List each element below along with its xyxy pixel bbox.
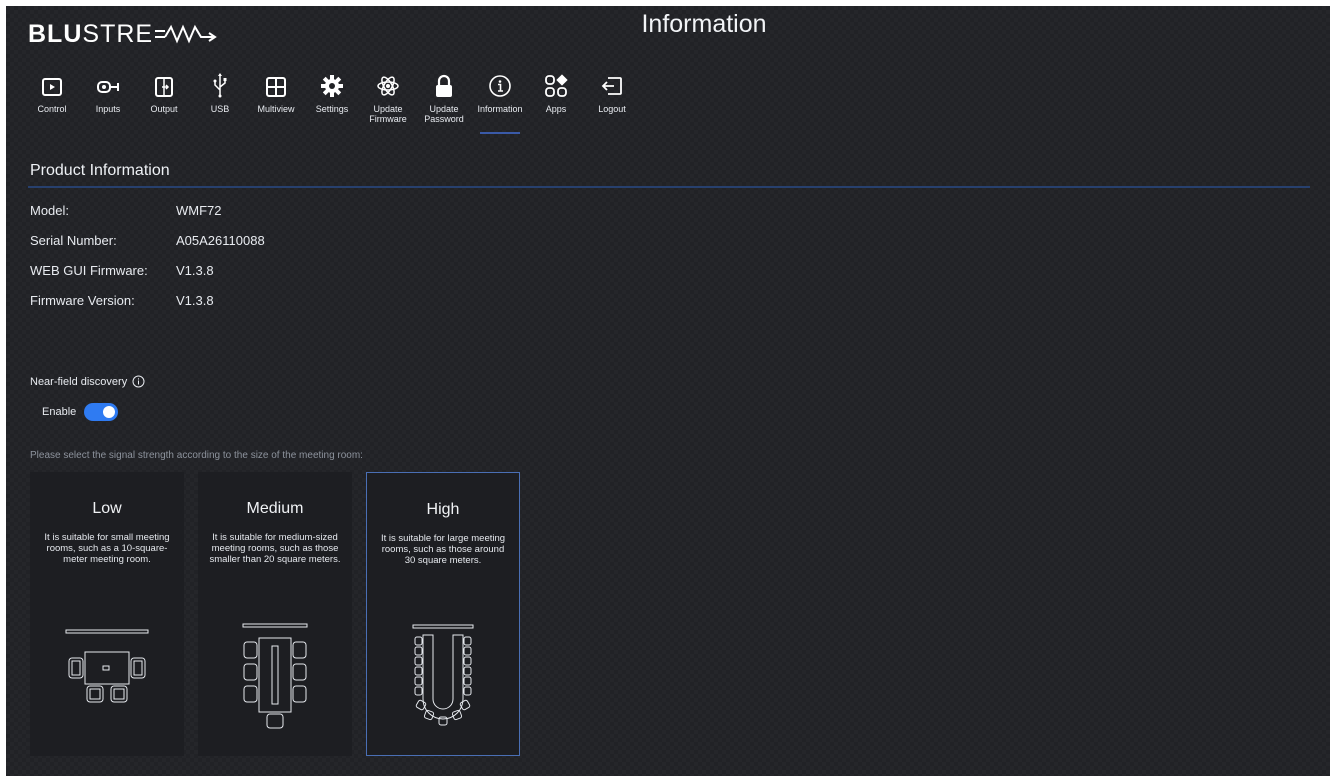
page-title: Information bbox=[641, 10, 767, 38]
nav-item-information[interactable]: Information bbox=[472, 68, 528, 136]
nav-item-logout[interactable]: Logout bbox=[584, 68, 640, 136]
info-icon bbox=[489, 75, 511, 97]
logout-icon bbox=[601, 77, 622, 95]
card-title: Low bbox=[92, 500, 122, 517]
nav-label: Information bbox=[477, 104, 523, 114]
medium-room-icon bbox=[242, 623, 308, 729]
info-row-web-gui-firmware: WEB GUI Firmware: V1.3.8 bbox=[30, 263, 214, 278]
medium-room-diagram bbox=[198, 620, 352, 740]
card-title: High bbox=[426, 501, 460, 518]
nav-item-settings[interactable]: Settings bbox=[304, 68, 360, 136]
nav-label: Output bbox=[150, 104, 178, 114]
info-row-serial-number: Serial Number: A05A26110088 bbox=[30, 233, 265, 248]
info-icon[interactable] bbox=[132, 375, 145, 388]
nav-item-update-firmware[interactable]: Update Firmware bbox=[360, 68, 416, 136]
nav-label: Logout bbox=[598, 104, 626, 114]
nav-label: Control bbox=[37, 104, 67, 114]
near-field-discovery-label: Near-field discovery bbox=[30, 375, 145, 388]
lock-icon bbox=[436, 74, 452, 97]
nav-item-control[interactable]: Control bbox=[24, 68, 80, 136]
nav-item-multiview[interactable]: Multiview bbox=[248, 68, 304, 136]
nav-label: Inputs bbox=[95, 104, 121, 114]
gear-icon bbox=[321, 75, 343, 97]
input-icon bbox=[97, 81, 119, 93]
apps-icon bbox=[545, 74, 568, 97]
main-nav: Control Inputs Output USB Multiview Sett… bbox=[24, 68, 640, 136]
nav-item-update-password[interactable]: Update Password bbox=[416, 68, 472, 136]
nfc-title-text: Near-field discovery bbox=[30, 375, 128, 388]
strength-card-low[interactable]: Low It is suitable for small meeting roo… bbox=[30, 472, 184, 756]
info-value: A05A26110088 bbox=[176, 233, 265, 248]
grid-icon bbox=[266, 77, 286, 97]
large-room-icon bbox=[412, 624, 474, 726]
nav-label: Apps bbox=[545, 104, 567, 114]
info-value: V1.3.8 bbox=[176, 263, 214, 278]
nav-label: Settings bbox=[315, 104, 349, 114]
info-key: Firmware Version: bbox=[30, 293, 135, 308]
nav-label: USB bbox=[210, 104, 230, 114]
section-divider bbox=[28, 186, 1310, 188]
card-description: It is suitable for large meeting rooms, … bbox=[380, 533, 506, 566]
large-room-diagram bbox=[367, 621, 519, 741]
signal-strength-hint: Please select the signal strength accord… bbox=[30, 450, 363, 461]
info-key: WEB GUI Firmware: bbox=[30, 263, 148, 278]
strength-card-medium[interactable]: Medium It is suitable for medium-sized m… bbox=[198, 472, 352, 756]
product-information-title: Product Information bbox=[30, 162, 170, 179]
card-description: It is suitable for small meeting rooms, … bbox=[44, 532, 170, 565]
usb-icon bbox=[213, 73, 227, 98]
play-icon bbox=[42, 78, 62, 96]
nav-label: Update Firmware bbox=[369, 104, 407, 124]
output-icon bbox=[155, 77, 173, 97]
info-row-model: Model: WMF72 bbox=[30, 203, 222, 218]
enable-toggle[interactable] bbox=[84, 403, 119, 421]
small-room-diagram bbox=[30, 620, 184, 720]
nav-label: Update Password bbox=[424, 104, 464, 124]
info-value: V1.3.8 bbox=[176, 293, 214, 308]
nav-item-inputs[interactable]: Inputs bbox=[80, 68, 136, 136]
strength-card-high[interactable]: High It is suitable for large meeting ro… bbox=[366, 472, 520, 756]
info-value: WMF72 bbox=[176, 203, 222, 218]
card-title: Medium bbox=[246, 500, 304, 517]
nav-item-usb[interactable]: USB bbox=[192, 68, 248, 136]
info-key: Serial Number: bbox=[30, 233, 117, 248]
info-key: Model: bbox=[30, 203, 70, 218]
info-row-firmware-version: Firmware Version: V1.3.8 bbox=[30, 293, 214, 308]
nfc-enable-row: Enable bbox=[42, 403, 119, 421]
enable-label: Enable bbox=[42, 406, 77, 418]
nav-label: Multiview bbox=[257, 104, 295, 114]
card-description: It is suitable for medium-sized meeting … bbox=[209, 532, 341, 565]
small-room-icon bbox=[65, 629, 149, 703]
nav-item-output[interactable]: Output bbox=[136, 68, 192, 136]
nav-item-apps[interactable]: Apps bbox=[528, 68, 584, 136]
app-frame: BLUSTRE Information Control Inputs Outpu… bbox=[6, 6, 1330, 776]
atom-icon bbox=[377, 76, 399, 96]
